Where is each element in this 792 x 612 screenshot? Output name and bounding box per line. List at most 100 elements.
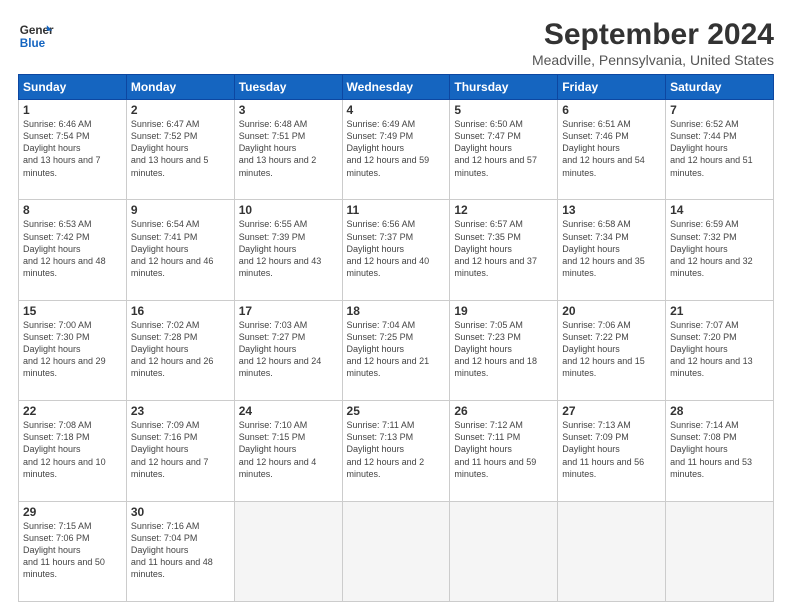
day-detail: Sunrise: 7:04 AM Sunset: 7:25 PM Dayligh… xyxy=(347,319,446,380)
day-number: 4 xyxy=(347,103,446,117)
day-number: 12 xyxy=(454,203,553,217)
day-detail: Sunrise: 7:07 AM Sunset: 7:20 PM Dayligh… xyxy=(670,319,769,380)
day-number: 19 xyxy=(454,304,553,318)
calendar-cell xyxy=(450,501,558,601)
day-number: 28 xyxy=(670,404,769,418)
calendar-cell: 19 Sunrise: 7:05 AM Sunset: 7:23 PM Dayl… xyxy=(450,300,558,400)
header: General Blue September 2024 Meadville, P… xyxy=(18,18,774,68)
calendar-cell: 15 Sunrise: 7:00 AM Sunset: 7:30 PM Dayl… xyxy=(19,300,127,400)
day-number: 8 xyxy=(23,203,122,217)
day-number: 24 xyxy=(239,404,338,418)
day-detail: Sunrise: 6:50 AM Sunset: 7:47 PM Dayligh… xyxy=(454,118,553,179)
day-detail: Sunrise: 7:06 AM Sunset: 7:22 PM Dayligh… xyxy=(562,319,661,380)
day-number: 22 xyxy=(23,404,122,418)
day-detail: Sunrise: 7:15 AM Sunset: 7:06 PM Dayligh… xyxy=(23,520,122,581)
calendar-body: 1 Sunrise: 6:46 AM Sunset: 7:54 PM Dayli… xyxy=(19,100,774,602)
col-sunday: Sunday xyxy=(19,75,127,100)
day-number: 23 xyxy=(131,404,230,418)
calendar-cell: 7 Sunrise: 6:52 AM Sunset: 7:44 PM Dayli… xyxy=(666,100,774,200)
calendar-cell xyxy=(558,501,666,601)
day-detail: Sunrise: 6:46 AM Sunset: 7:54 PM Dayligh… xyxy=(23,118,122,179)
day-number: 21 xyxy=(670,304,769,318)
day-detail: Sunrise: 6:52 AM Sunset: 7:44 PM Dayligh… xyxy=(670,118,769,179)
svg-text:Blue: Blue xyxy=(20,37,46,50)
day-detail: Sunrise: 7:14 AM Sunset: 7:08 PM Dayligh… xyxy=(670,419,769,480)
page: General Blue September 2024 Meadville, P… xyxy=(0,0,792,612)
day-detail: Sunrise: 7:11 AM Sunset: 7:13 PM Dayligh… xyxy=(347,419,446,480)
col-friday: Friday xyxy=(558,75,666,100)
subtitle: Meadville, Pennsylvania, United States xyxy=(532,52,774,68)
col-tuesday: Tuesday xyxy=(234,75,342,100)
calendar-cell: 10 Sunrise: 6:55 AM Sunset: 7:39 PM Dayl… xyxy=(234,200,342,300)
calendar-cell: 24 Sunrise: 7:10 AM Sunset: 7:15 PM Dayl… xyxy=(234,401,342,501)
col-wednesday: Wednesday xyxy=(342,75,450,100)
calendar-cell: 20 Sunrise: 7:06 AM Sunset: 7:22 PM Dayl… xyxy=(558,300,666,400)
calendar-cell: 2 Sunrise: 6:47 AM Sunset: 7:52 PM Dayli… xyxy=(126,100,234,200)
calendar-cell: 3 Sunrise: 6:48 AM Sunset: 7:51 PM Dayli… xyxy=(234,100,342,200)
calendar-cell: 1 Sunrise: 6:46 AM Sunset: 7:54 PM Dayli… xyxy=(19,100,127,200)
title-block: September 2024 Meadville, Pennsylvania, … xyxy=(532,18,774,68)
day-detail: Sunrise: 6:57 AM Sunset: 7:35 PM Dayligh… xyxy=(454,218,553,279)
day-detail: Sunrise: 7:00 AM Sunset: 7:30 PM Dayligh… xyxy=(23,319,122,380)
day-number: 10 xyxy=(239,203,338,217)
calendar-cell: 25 Sunrise: 7:11 AM Sunset: 7:13 PM Dayl… xyxy=(342,401,450,501)
day-number: 29 xyxy=(23,505,122,519)
day-number: 16 xyxy=(131,304,230,318)
day-detail: Sunrise: 6:58 AM Sunset: 7:34 PM Dayligh… xyxy=(562,218,661,279)
col-monday: Monday xyxy=(126,75,234,100)
calendar-week-1: 1 Sunrise: 6:46 AM Sunset: 7:54 PM Dayli… xyxy=(19,100,774,200)
calendar-cell: 12 Sunrise: 6:57 AM Sunset: 7:35 PM Dayl… xyxy=(450,200,558,300)
calendar-cell: 13 Sunrise: 6:58 AM Sunset: 7:34 PM Dayl… xyxy=(558,200,666,300)
day-number: 25 xyxy=(347,404,446,418)
day-detail: Sunrise: 6:47 AM Sunset: 7:52 PM Dayligh… xyxy=(131,118,230,179)
calendar-cell: 22 Sunrise: 7:08 AM Sunset: 7:18 PM Dayl… xyxy=(19,401,127,501)
calendar-week-4: 22 Sunrise: 7:08 AM Sunset: 7:18 PM Dayl… xyxy=(19,401,774,501)
day-number: 14 xyxy=(670,203,769,217)
calendar-week-2: 8 Sunrise: 6:53 AM Sunset: 7:42 PM Dayli… xyxy=(19,200,774,300)
day-detail: Sunrise: 7:02 AM Sunset: 7:28 PM Dayligh… xyxy=(131,319,230,380)
calendar-week-5: 29 Sunrise: 7:15 AM Sunset: 7:06 PM Dayl… xyxy=(19,501,774,601)
calendar-week-3: 15 Sunrise: 7:00 AM Sunset: 7:30 PM Dayl… xyxy=(19,300,774,400)
day-detail: Sunrise: 7:03 AM Sunset: 7:27 PM Dayligh… xyxy=(239,319,338,380)
calendar-cell: 30 Sunrise: 7:16 AM Sunset: 7:04 PM Dayl… xyxy=(126,501,234,601)
day-detail: Sunrise: 7:09 AM Sunset: 7:16 PM Dayligh… xyxy=(131,419,230,480)
col-thursday: Thursday xyxy=(450,75,558,100)
svg-text:General: General xyxy=(20,24,54,37)
day-detail: Sunrise: 6:54 AM Sunset: 7:41 PM Dayligh… xyxy=(131,218,230,279)
day-number: 27 xyxy=(562,404,661,418)
day-detail: Sunrise: 6:51 AM Sunset: 7:46 PM Dayligh… xyxy=(562,118,661,179)
day-number: 1 xyxy=(23,103,122,117)
day-number: 30 xyxy=(131,505,230,519)
calendar-cell: 27 Sunrise: 7:13 AM Sunset: 7:09 PM Dayl… xyxy=(558,401,666,501)
day-detail: Sunrise: 6:49 AM Sunset: 7:49 PM Dayligh… xyxy=(347,118,446,179)
day-number: 2 xyxy=(131,103,230,117)
calendar-header-row: Sunday Monday Tuesday Wednesday Thursday… xyxy=(19,75,774,100)
calendar-cell: 28 Sunrise: 7:14 AM Sunset: 7:08 PM Dayl… xyxy=(666,401,774,501)
calendar-cell: 23 Sunrise: 7:09 AM Sunset: 7:16 PM Dayl… xyxy=(126,401,234,501)
day-number: 11 xyxy=(347,203,446,217)
calendar-cell: 17 Sunrise: 7:03 AM Sunset: 7:27 PM Dayl… xyxy=(234,300,342,400)
day-detail: Sunrise: 7:12 AM Sunset: 7:11 PM Dayligh… xyxy=(454,419,553,480)
day-detail: Sunrise: 6:59 AM Sunset: 7:32 PM Dayligh… xyxy=(670,218,769,279)
calendar-cell: 26 Sunrise: 7:12 AM Sunset: 7:11 PM Dayl… xyxy=(450,401,558,501)
day-detail: Sunrise: 7:10 AM Sunset: 7:15 PM Dayligh… xyxy=(239,419,338,480)
calendar-cell xyxy=(342,501,450,601)
calendar-cell: 5 Sunrise: 6:50 AM Sunset: 7:47 PM Dayli… xyxy=(450,100,558,200)
day-number: 18 xyxy=(347,304,446,318)
day-number: 13 xyxy=(562,203,661,217)
calendar-cell: 21 Sunrise: 7:07 AM Sunset: 7:20 PM Dayl… xyxy=(666,300,774,400)
calendar-cell: 14 Sunrise: 6:59 AM Sunset: 7:32 PM Dayl… xyxy=(666,200,774,300)
calendar-cell xyxy=(666,501,774,601)
day-detail: Sunrise: 6:55 AM Sunset: 7:39 PM Dayligh… xyxy=(239,218,338,279)
calendar-header: Sunday Monday Tuesday Wednesday Thursday… xyxy=(19,75,774,100)
logo: General Blue xyxy=(18,18,54,54)
day-detail: Sunrise: 6:48 AM Sunset: 7:51 PM Dayligh… xyxy=(239,118,338,179)
day-detail: Sunrise: 6:56 AM Sunset: 7:37 PM Dayligh… xyxy=(347,218,446,279)
calendar-cell: 6 Sunrise: 6:51 AM Sunset: 7:46 PM Dayli… xyxy=(558,100,666,200)
calendar-cell: 29 Sunrise: 7:15 AM Sunset: 7:06 PM Dayl… xyxy=(19,501,127,601)
day-number: 26 xyxy=(454,404,553,418)
day-number: 20 xyxy=(562,304,661,318)
calendar-cell: 4 Sunrise: 6:49 AM Sunset: 7:49 PM Dayli… xyxy=(342,100,450,200)
day-number: 15 xyxy=(23,304,122,318)
calendar-cell: 11 Sunrise: 6:56 AM Sunset: 7:37 PM Dayl… xyxy=(342,200,450,300)
